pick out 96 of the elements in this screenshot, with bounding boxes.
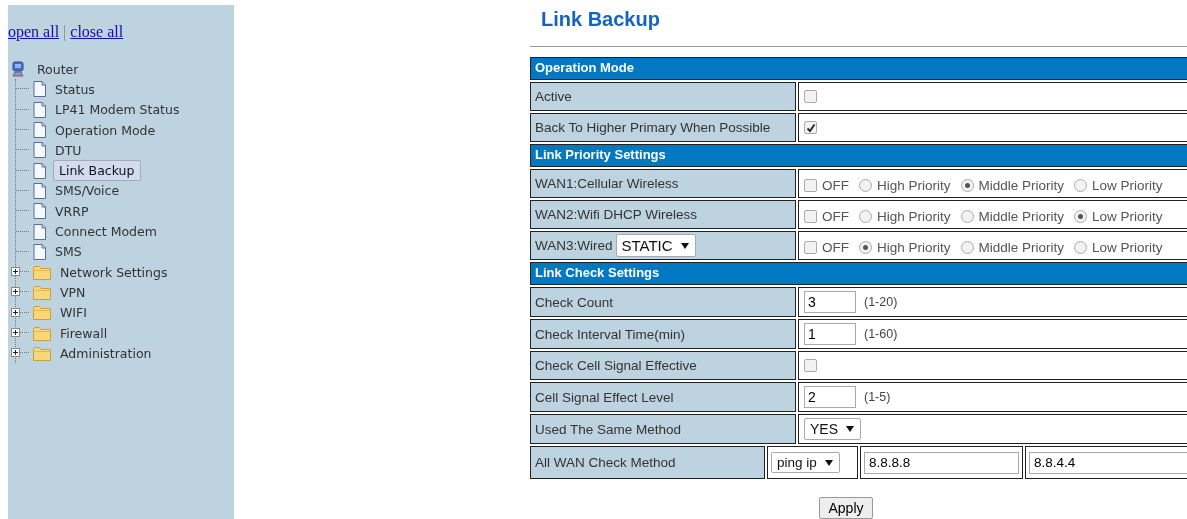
label-cell: WAN2:Wifi DHCP Wireless — [530, 200, 796, 229]
option-label: High Priority — [877, 208, 951, 224]
option-label: OFF — [822, 208, 849, 224]
radio-button[interactable] — [960, 209, 974, 223]
radio-button[interactable] — [1074, 240, 1088, 254]
document-icon — [33, 182, 46, 199]
label-cell: WAN1:Cellular Wireless — [530, 169, 796, 198]
document-icon — [33, 223, 46, 240]
option-label: High Priority — [877, 177, 951, 193]
checkbox[interactable] — [804, 121, 817, 134]
option-label: Low Priority — [1092, 177, 1163, 193]
expand-icon[interactable] — [11, 307, 20, 317]
page-title: Link Backup — [541, 8, 661, 32]
dropdown[interactable]: ping ip — [771, 452, 840, 473]
folder-icon — [33, 325, 51, 341]
checkbox[interactable] — [804, 90, 817, 103]
sidebar-link[interactable]: close all — [70, 23, 124, 40]
number-field[interactable]: 2 — [804, 386, 856, 408]
caret-icon — [680, 242, 689, 249]
option-label: Low Priority — [1092, 208, 1163, 224]
folder-icon — [33, 284, 51, 300]
label-cell: Used The Same Method — [530, 414, 796, 444]
tree-item[interactable]: WIFI — [58, 305, 89, 321]
tree-item[interactable]: Firewall — [58, 325, 110, 341]
label-cell: Check Interval Time(min) — [530, 319, 796, 349]
folder-icon — [33, 264, 51, 280]
document-icon — [33, 142, 46, 159]
option-label: OFF — [822, 239, 849, 255]
label-cell: Check Count — [530, 287, 796, 317]
tree-item[interactable]: LP41 Modem Status — [53, 102, 182, 118]
radio-button[interactable] — [960, 240, 974, 254]
tree-item[interactable]: SMS/Voice — [53, 183, 122, 199]
label-cell: Back To Higher Primary When Possible — [530, 113, 796, 142]
document-icon — [33, 122, 46, 139]
document-icon — [33, 243, 46, 260]
tree-item[interactable]: VRRP — [53, 203, 91, 219]
range-hint: (1-5) — [864, 390, 891, 404]
expand-icon[interactable] — [11, 328, 20, 337]
expand-icon[interactable] — [11, 348, 20, 358]
ip-field[interactable]: 8.8.8.8 — [864, 451, 1019, 474]
range-hint: (1-60) — [864, 327, 898, 341]
tree-item[interactable]: Administration — [58, 345, 154, 361]
document-icon — [33, 203, 46, 220]
caret-icon — [846, 426, 854, 432]
radio-button[interactable] — [859, 240, 872, 254]
option-label: Middle Priority — [978, 239, 1065, 255]
section-header: Operation Mode — [530, 57, 1187, 80]
label-cell: Cell Signal Effect Level — [530, 382, 796, 412]
document-icon — [33, 101, 46, 118]
tree-item[interactable]: Link Backup — [53, 160, 142, 182]
field-label: WAN3:Wired — [535, 238, 613, 253]
apply-button[interactable]: Apply — [819, 497, 873, 519]
checkbox[interactable] — [804, 240, 817, 254]
option-label: OFF — [822, 177, 849, 193]
option-label: Low Priority — [1092, 239, 1163, 255]
checkbox[interactable] — [804, 359, 817, 372]
radio-button[interactable] — [1074, 209, 1088, 223]
range-hint: (1-20) — [864, 295, 898, 309]
tree-item[interactable]: Connect Modem — [53, 224, 159, 239]
tree-item[interactable]: Status — [53, 81, 97, 97]
computer-icon — [11, 61, 25, 78]
tree-item[interactable]: VPN — [58, 284, 88, 300]
tree-item[interactable]: DTU — [53, 142, 84, 158]
dropdown[interactable]: STATIC — [615, 234, 696, 257]
radio-button[interactable] — [859, 209, 872, 223]
expand-icon[interactable] — [11, 267, 20, 277]
dropdown[interactable]: YES — [804, 418, 861, 440]
number-field[interactable]: 3 — [804, 291, 856, 313]
document-icon — [33, 81, 46, 98]
number-field[interactable]: 1 — [804, 323, 856, 345]
label-cell: Check Cell Signal Effective — [530, 351, 796, 380]
section-header: Link Check Settings — [530, 262, 1187, 285]
radio-button[interactable] — [1074, 178, 1088, 192]
option-label: Middle Priority — [978, 177, 1065, 193]
separator-text: | — [63, 23, 67, 40]
tree-item[interactable]: Router — [35, 61, 81, 77]
caret-icon — [824, 459, 833, 466]
section-header: Link Priority Settings — [530, 144, 1187, 167]
label-cell: All WAN Check Method — [530, 446, 765, 479]
tree-item[interactable]: Network Settings — [58, 264, 170, 280]
sidebar-link[interactable]: open all — [8, 23, 60, 40]
ip-field[interactable]: 8.8.4.4 — [1029, 451, 1187, 474]
radio-button[interactable] — [960, 178, 974, 192]
checkmark-icon — [805, 122, 816, 133]
document-icon — [33, 162, 46, 179]
checkbox[interactable] — [804, 209, 817, 223]
option-label: High Priority — [877, 239, 951, 255]
folder-icon — [33, 345, 51, 361]
checkbox[interactable] — [804, 178, 817, 192]
expand-icon[interactable] — [11, 287, 20, 297]
folder-icon — [33, 305, 51, 321]
option-label: Middle Priority — [978, 208, 1065, 224]
tree-item[interactable]: Operation Mode — [53, 122, 158, 138]
radio-button[interactable] — [859, 178, 872, 192]
label-cell: Active — [530, 82, 796, 111]
tree-item[interactable]: SMS — [53, 244, 84, 260]
